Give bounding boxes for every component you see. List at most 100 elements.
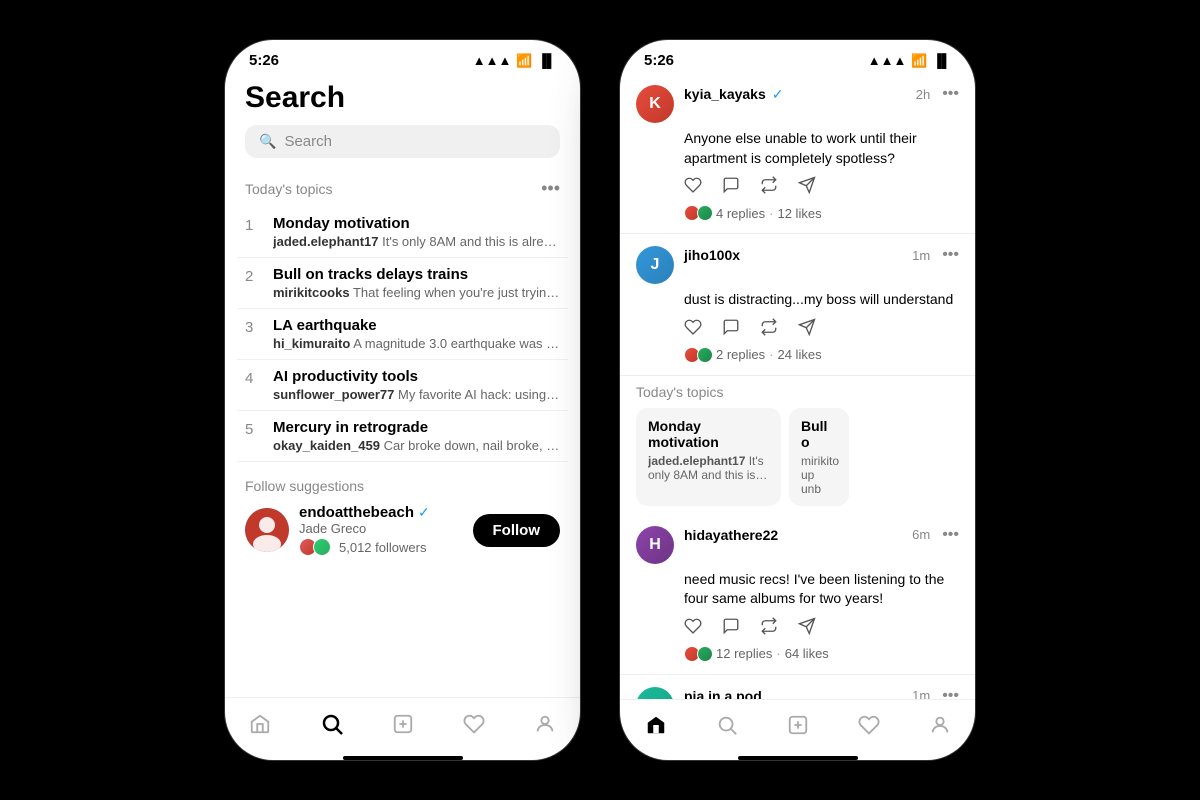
post-stats-jiho: 2 replies · 24 likes	[684, 347, 959, 363]
status-icons-left: ▲▲▲ 📶 ▐▌	[473, 53, 556, 69]
topic-content-3: LA earthquake hi_kimuraito A magnitude 3…	[273, 317, 560, 351]
post-username-hidaya[interactable]: hidayathere22	[684, 527, 778, 543]
post-meta-kyia: kyia_kayaks ✓ 2h •••	[684, 85, 959, 103]
post-user-row-hidaya: hidayathere22 6m •••	[684, 526, 959, 544]
nav-search-left[interactable]	[308, 708, 356, 746]
follow-count: 5,012 followers	[339, 540, 426, 555]
post-username-kyia[interactable]: kyia_kayaks	[684, 86, 766, 102]
share-icon-jiho[interactable]	[798, 318, 816, 341]
nav-profile-left[interactable]	[522, 709, 568, 745]
topic-text-4: My favorite AI hack: using it to write s…	[398, 387, 560, 402]
nav-search-right[interactable]	[704, 710, 750, 746]
topics-more-icon[interactable]: •••	[541, 178, 560, 199]
home-icon-right	[645, 714, 667, 742]
nav-profile-right[interactable]	[917, 710, 963, 746]
post-username-jiho[interactable]: jiho100x	[684, 247, 740, 263]
topic-item-1[interactable]: 1 Monday motivation jaded.elephant17 It'…	[237, 207, 568, 258]
topic-item-4[interactable]: 4 AI productivity tools sunflower_power7…	[237, 360, 568, 411]
follow-suggestions-section: Follow suggestions endoatthebeach ✓	[225, 462, 580, 564]
post-user-row-pia: pia.in.a.pod 1m •••	[684, 687, 959, 699]
nav-home-left[interactable]	[237, 709, 283, 745]
topic-num-2: 2	[245, 268, 261, 285]
reply-icon-jiho[interactable]	[722, 318, 740, 341]
topic-content-1: Monday motivation jaded.elephant17 It's …	[273, 215, 560, 249]
follow-follower-avatars	[299, 538, 327, 556]
search-bar[interactable]: 🔍 Search	[245, 125, 560, 158]
nav-likes-right[interactable]	[846, 710, 892, 746]
post-likes-hidaya: 64 likes	[785, 646, 829, 661]
topic-item-2[interactable]: 2 Bull on tracks delays trains mirikitco…	[237, 258, 568, 309]
right-bottom-nav	[620, 699, 975, 752]
repost-icon-hidaya[interactable]	[760, 617, 778, 640]
post-meta-jiho: jiho100x 1m •••	[684, 246, 959, 264]
post-username-pia[interactable]: pia.in.a.pod	[684, 688, 762, 699]
repost-icon-jiho[interactable]	[760, 318, 778, 341]
topic-num-4: 4	[245, 370, 261, 387]
avatar-jiho: J	[636, 246, 674, 284]
post-meta-pia: pia.in.a.pod 1m •••	[684, 687, 959, 699]
nav-home-right[interactable]	[633, 710, 679, 746]
post-more-jiho[interactable]: •••	[942, 246, 959, 264]
nav-compose-right[interactable]	[775, 710, 821, 746]
stat-avatar-2-hidaya	[697, 646, 713, 662]
post-more-hidaya[interactable]: •••	[942, 526, 959, 544]
follow-meta: 5,012 followers	[299, 538, 463, 556]
follow-username: endoatthebeach	[299, 504, 414, 521]
post-more-pia[interactable]: •••	[942, 687, 959, 699]
topic-title-3: LA earthquake	[273, 317, 560, 334]
nav-compose-left[interactable]	[380, 709, 426, 745]
post-user-row-kyia: kyia_kayaks ✓ 2h •••	[684, 85, 959, 103]
follow-button[interactable]: Follow	[473, 514, 561, 547]
follow-avatar	[245, 508, 289, 552]
home-indicator-left	[343, 756, 463, 760]
mini-avatar-2	[313, 538, 331, 556]
post-kyia: K kyia_kayaks ✓ 2h ••• Anyone else unabl…	[620, 73, 975, 234]
post-header-hidaya: H hidayathere22 6m •••	[636, 526, 959, 564]
right-topics-section: Today's topics Monday motivation jaded.e…	[620, 376, 975, 514]
follow-realname: Jade Greco	[299, 521, 463, 536]
stat-avatar-2-jiho	[697, 347, 713, 363]
follow-user-info: endoatthebeach ✓ Jade Greco 5,012 follow…	[299, 504, 463, 556]
battery-icon: ▐▌	[538, 53, 556, 68]
share-icon-kyia[interactable]	[798, 176, 816, 199]
like-icon-kyia[interactable]	[684, 176, 702, 199]
post-actions-jiho	[684, 318, 959, 341]
share-icon-hidaya[interactable]	[798, 617, 816, 640]
compose-icon-right	[787, 714, 809, 742]
like-icon-jiho[interactable]	[684, 318, 702, 341]
like-icon-hidaya[interactable]	[684, 617, 702, 640]
repost-icon-kyia[interactable]	[760, 176, 778, 199]
topic-num-1: 1	[245, 217, 261, 234]
topic-title-5: Mercury in retrograde	[273, 419, 560, 436]
right-topic-card-1[interactable]: Monday motivation jaded.elephant17 It's …	[636, 408, 781, 506]
status-bar-right: 5:26 ▲▲▲ 📶 ▐▌	[620, 40, 975, 73]
topic-text-5: Car broke down, nail broke, and now it's…	[384, 438, 560, 453]
right-topics-title: Today's topics	[636, 384, 959, 400]
topic-title-4: AI productivity tools	[273, 368, 560, 385]
verified-badge: ✓	[418, 504, 430, 521]
reply-icon-hidaya[interactable]	[722, 617, 740, 640]
right-topic-card-2[interactable]: Bull o mirikitoup unb	[789, 408, 849, 506]
follow-name-row: endoatthebeach ✓	[299, 504, 463, 521]
topic-content-2: Bull on tracks delays trains mirikitcook…	[273, 266, 560, 300]
post-header-kyia: K kyia_kayaks ✓ 2h •••	[636, 85, 959, 123]
topic-item-3[interactable]: 3 LA earthquake hi_kimuraito A magnitude…	[237, 309, 568, 360]
nav-likes-left[interactable]	[451, 709, 497, 745]
post-jiho: J jiho100x 1m ••• dust is distracting...…	[620, 234, 975, 376]
post-meta-hidaya: hidayathere22 6m •••	[684, 526, 959, 544]
reply-icon-kyia[interactable]	[722, 176, 740, 199]
post-stats-hidaya: 12 replies · 64 likes	[684, 646, 959, 662]
left-phone: 5:26 ▲▲▲ 📶 ▐▌ Search 🔍 Search Today's to…	[225, 40, 580, 760]
status-icons-right: ▲▲▲ 📶 ▐▌	[868, 53, 951, 69]
topic-author-3: hi_kimuraito	[273, 336, 350, 351]
topic-title-2: Bull on tracks delays trains	[273, 266, 560, 283]
post-likes-kyia: 12 likes	[777, 206, 821, 221]
topic-num-3: 3	[245, 319, 261, 336]
topic-author-4: sunflower_power77	[273, 387, 394, 402]
topic-content-5: Mercury in retrograde okay_kaiden_459 Ca…	[273, 419, 560, 453]
status-time-left: 5:26	[249, 52, 279, 69]
post-replies-kyia: 4 replies	[716, 206, 765, 221]
compose-icon-left	[392, 713, 414, 741]
post-more-kyia[interactable]: •••	[942, 85, 959, 103]
topic-item-5[interactable]: 5 Mercury in retrograde okay_kaiden_459 …	[237, 411, 568, 462]
